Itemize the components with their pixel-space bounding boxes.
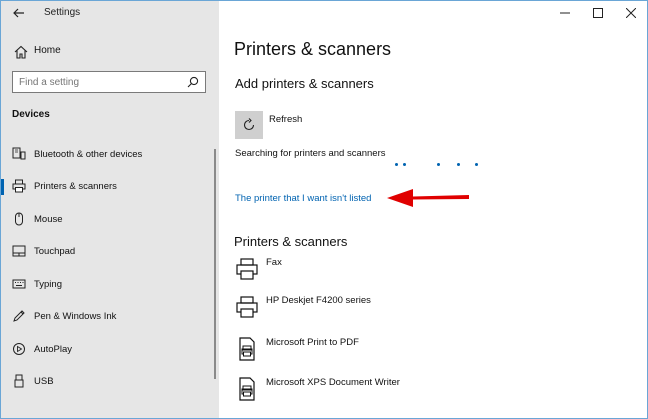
printer-name: Microsoft XPS Document Writer (266, 377, 400, 388)
printer-icon (236, 258, 258, 280)
sidebar-item-usb[interactable]: USB (1, 369, 217, 395)
maximize-button[interactable] (581, 1, 614, 25)
usb-icon (14, 374, 24, 388)
sidebar-item-pen[interactable]: Pen & Windows Ink (1, 304, 217, 330)
home-icon (14, 45, 28, 59)
window-controls (548, 1, 647, 25)
settings-window: Settings Home Devices Bluetooth & other … (0, 0, 648, 419)
touchpad-icon (12, 245, 26, 257)
close-icon (625, 8, 636, 18)
pen-icon (13, 310, 25, 322)
progress-dot (403, 163, 406, 166)
refresh-label[interactable]: Refresh (269, 114, 302, 125)
close-button[interactable] (614, 1, 647, 25)
progress-dot (395, 163, 398, 166)
progress-dot (437, 163, 440, 166)
sidebar-item-label: USB (34, 376, 54, 387)
printer-not-listed-link[interactable]: The printer that I want isn't listed (235, 193, 371, 204)
printer-name: Fax (266, 257, 282, 268)
sidebar-item-label: Mouse (34, 214, 63, 225)
back-arrow-icon (13, 8, 24, 18)
printer-item-fax[interactable]: Fax (235, 257, 535, 289)
refresh-button[interactable] (235, 111, 263, 139)
sidebar-item-mouse[interactable]: Mouse (1, 207, 217, 233)
sidebar-item-typing[interactable]: Typing (1, 272, 217, 298)
sidebar-item-autoplay[interactable]: AutoPlay (1, 337, 217, 363)
sidebar-item-printers[interactable]: Printers & scanners (1, 174, 217, 200)
title-bar: Settings (1, 1, 219, 25)
back-button[interactable] (9, 4, 29, 22)
keyboard-icon (12, 279, 26, 289)
nav-home[interactable]: Home (1, 41, 217, 63)
section-label-devices: Devices (12, 109, 50, 120)
red-arrow-annotation (387, 189, 469, 207)
autoplay-icon (13, 343, 25, 355)
printer-icon (12, 179, 26, 193)
document-printer-icon (239, 337, 255, 361)
sidebar-item-label: Printers & scanners (34, 181, 117, 192)
progress-dot (457, 163, 460, 166)
progress-dot (475, 163, 478, 166)
printer-name: HP Deskjet F4200 series (266, 295, 371, 306)
refresh-icon (243, 118, 255, 131)
sidebar-item-label: Bluetooth & other devices (34, 149, 143, 160)
printer-item-xps-writer[interactable]: Microsoft XPS Document Writer (235, 377, 535, 409)
sidebar-item-bluetooth[interactable]: Bluetooth & other devices (1, 142, 217, 168)
nav-home-label: Home (34, 45, 61, 56)
sidebar: Settings Home Devices Bluetooth & other … (1, 1, 219, 418)
add-printers-heading: Add printers & scanners (235, 76, 374, 91)
sidebar-item-touchpad[interactable]: Touchpad (1, 239, 217, 265)
sidebar-item-label: Pen & Windows Ink (34, 311, 117, 322)
search-input[interactable] (19, 75, 179, 89)
mouse-icon (15, 212, 23, 226)
sidebar-item-label: Touchpad (34, 246, 76, 257)
selection-indicator (1, 179, 4, 195)
maximize-icon (592, 8, 603, 18)
printers-list-heading: Printers & scanners (234, 234, 348, 249)
sidebar-scrollbar[interactable] (214, 149, 216, 379)
printer-name: Microsoft Print to PDF (266, 337, 359, 348)
search-icon[interactable] (187, 76, 199, 88)
minimize-icon (559, 12, 570, 14)
bluetooth-devices-icon (12, 147, 26, 160)
printer-item-print-to-pdf[interactable]: Microsoft Print to PDF (235, 337, 535, 369)
printer-item-hp-deskjet[interactable]: HP Deskjet F4200 series (235, 295, 535, 327)
window-title: Settings (44, 7, 81, 18)
document-printer-icon (239, 377, 255, 401)
search-box[interactable] (12, 71, 206, 93)
searching-status: Searching for printers and scanners (235, 148, 386, 159)
minimize-button[interactable] (548, 1, 581, 25)
printer-icon (236, 296, 258, 318)
sidebar-item-label: AutoPlay (34, 344, 73, 355)
sidebar-item-label: Typing (34, 279, 62, 290)
main-content: Printers & scanners Add printers & scann… (219, 1, 647, 418)
page-title: Printers & scanners (234, 39, 392, 59)
